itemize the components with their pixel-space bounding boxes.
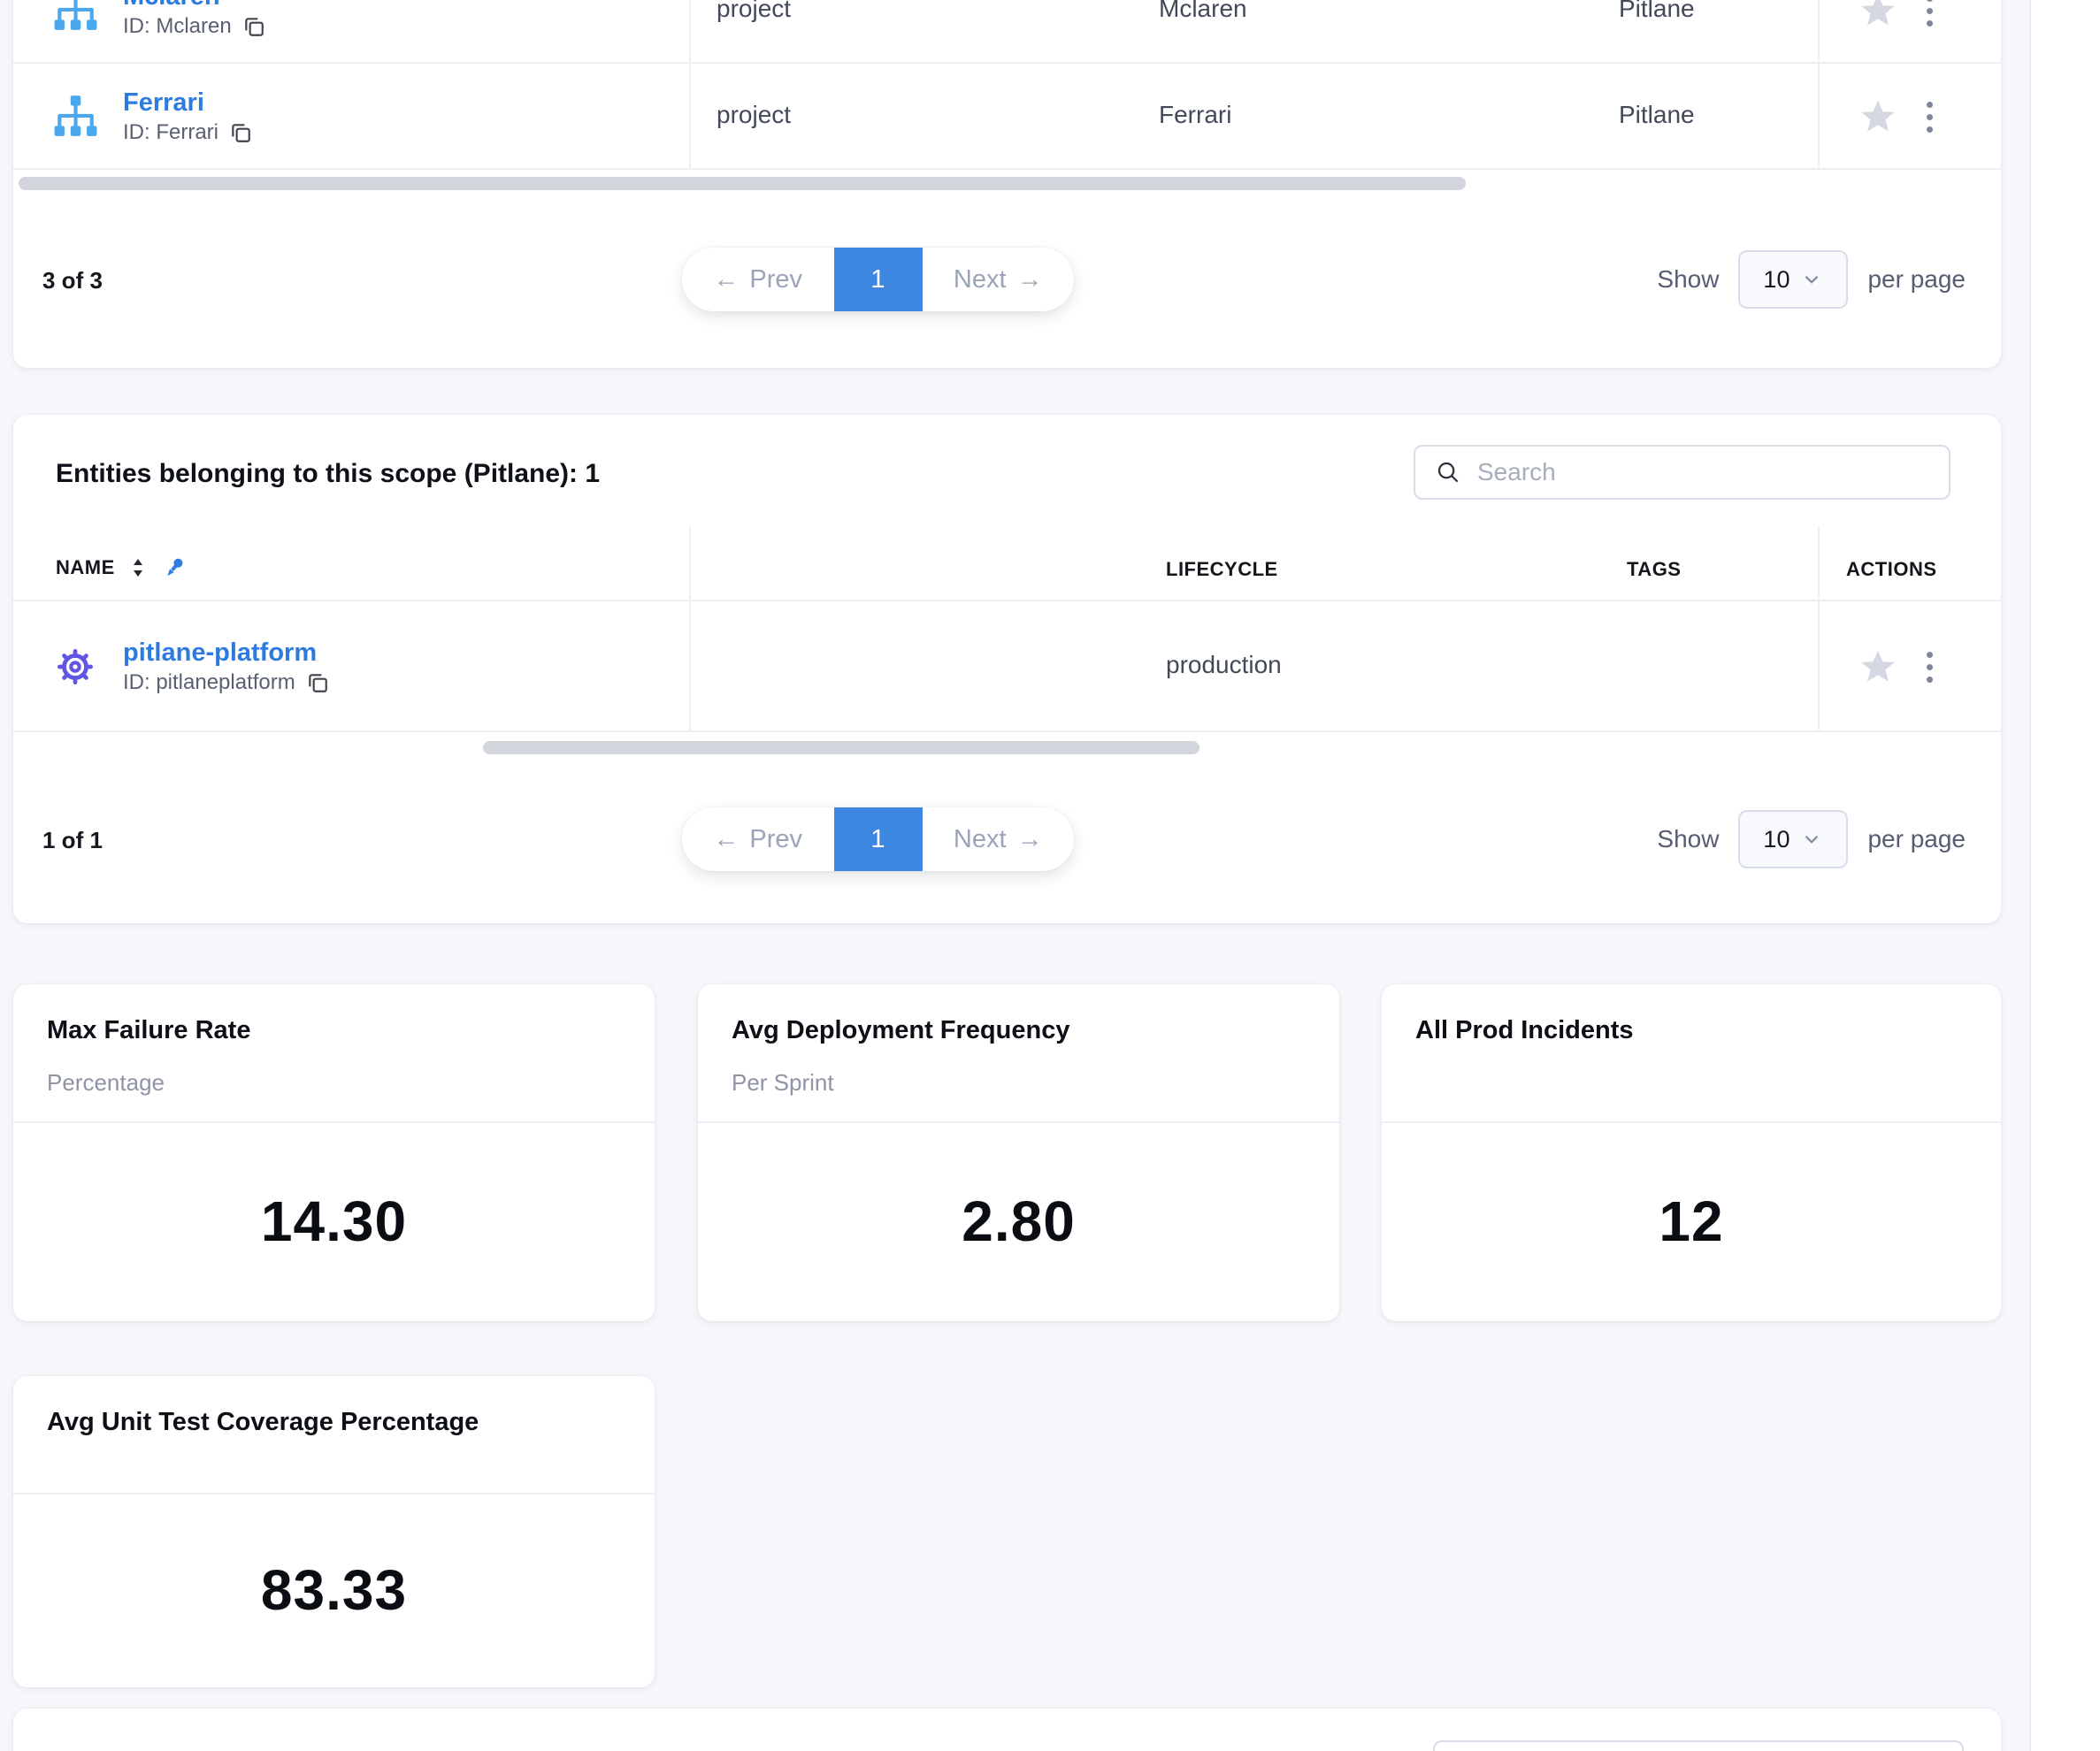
copy-icon[interactable] bbox=[229, 121, 252, 144]
per-page-label: per page bbox=[1867, 265, 1966, 294]
copy-icon[interactable] bbox=[242, 15, 265, 38]
metric-title: Avg Deployment Frequency bbox=[732, 1016, 1069, 1045]
metric-title: Max Failure Rate bbox=[47, 1016, 250, 1045]
search-icon bbox=[1435, 459, 1461, 486]
row-divider bbox=[13, 730, 2001, 732]
metric-value: 12 bbox=[1659, 1189, 1723, 1254]
metric-card-avg-deployment-frequency: Avg Deployment Frequency Per Sprint 2.80 bbox=[698, 984, 1339, 1321]
cell-scope: Pitlane bbox=[1619, 101, 1695, 129]
table-row: Mclaren ID: Mclaren project Mclaren Pitl… bbox=[13, 0, 2001, 64]
column-header-lifecycle: LIFECYCLE bbox=[1166, 558, 1278, 581]
horizontal-scrollbar[interactable] bbox=[483, 741, 1199, 754]
show-label: Show bbox=[1657, 825, 1719, 853]
copy-icon[interactable] bbox=[306, 671, 329, 694]
scopes-table-card: Mclaren ID: Mclaren project Mclaren Pitl… bbox=[13, 0, 2001, 368]
entity-cell: Ferrari ID: Ferrari bbox=[13, 64, 689, 170]
entity-cell: Mclaren ID: Mclaren bbox=[13, 0, 689, 64]
next-section-card bbox=[13, 1709, 2001, 1751]
entity-link[interactable]: Mclaren bbox=[123, 0, 265, 12]
entity-cell: pitlane-platform ID: pitlaneplatform bbox=[13, 601, 689, 732]
cell-scope: Pitlane bbox=[1619, 0, 1695, 23]
arrow-right-icon: → bbox=[1017, 825, 1043, 854]
page: Mclaren ID: Mclaren project Mclaren Pitl… bbox=[0, 0, 2100, 1751]
horizontal-scrollbar[interactable] bbox=[19, 177, 1466, 190]
table-row: Ferrari ID: Ferrari project Ferrari Pitl… bbox=[13, 64, 2001, 170]
row-divider bbox=[13, 168, 2001, 170]
page-size-control: Show 10 per page bbox=[1657, 807, 1966, 871]
metric-value: 2.80 bbox=[962, 1189, 1076, 1254]
table-row: pitlane-platform ID: pitlaneplatform pro… bbox=[13, 601, 2001, 732]
prev-button[interactable]: ←Prev bbox=[682, 248, 834, 311]
cell-kind: project bbox=[717, 0, 791, 23]
row-actions bbox=[1858, 601, 1938, 732]
search-box bbox=[1433, 1740, 1964, 1751]
entity-link[interactable]: pitlane-platform bbox=[123, 637, 329, 669]
star-icon[interactable] bbox=[1858, 96, 1898, 137]
row-actions bbox=[1858, 0, 1938, 64]
metric-subtitle: Percentage bbox=[47, 1069, 165, 1097]
column-header-actions: ACTIONS bbox=[1846, 558, 1937, 581]
sitemap-icon bbox=[52, 0, 98, 34]
metric-title: Avg Unit Test Coverage Percentage bbox=[47, 1408, 479, 1437]
next-button[interactable]: Next→ bbox=[923, 248, 1075, 311]
row-count: 3 of 3 bbox=[42, 267, 103, 294]
row-count: 1 of 1 bbox=[42, 827, 103, 854]
column-header-name[interactable]: NAME bbox=[56, 554, 188, 581]
row-actions bbox=[1858, 64, 1938, 170]
metric-card-max-failure-rate: Max Failure Rate Percentage 14.30 bbox=[13, 984, 655, 1321]
pagination: ←Prev 1 Next→ bbox=[682, 807, 1074, 871]
arrow-left-icon: ← bbox=[713, 825, 739, 854]
arrow-left-icon: ← bbox=[713, 265, 739, 294]
chevron-down-icon bbox=[1800, 268, 1823, 291]
per-page-label: per page bbox=[1867, 825, 1966, 853]
cell-team: Mclaren bbox=[1159, 0, 1247, 23]
cell-team: Ferrari bbox=[1159, 101, 1231, 129]
metric-value: 14.30 bbox=[261, 1189, 407, 1254]
metric-card-avg-unit-test-coverage: Avg Unit Test Coverage Percentage 83.33 bbox=[13, 1376, 655, 1687]
sitemap-icon bbox=[52, 94, 98, 140]
scope-entities-card: Entities belonging to this scope (Pitlan… bbox=[13, 415, 2001, 923]
kebab-menu-icon[interactable] bbox=[1921, 96, 1938, 138]
column-header-tags: TAGS bbox=[1627, 558, 1681, 581]
page-size-select[interactable]: 10 bbox=[1738, 250, 1848, 309]
page-size-select[interactable]: 10 bbox=[1738, 810, 1848, 868]
next-button[interactable]: Next→ bbox=[923, 807, 1075, 871]
kebab-menu-icon[interactable] bbox=[1921, 646, 1938, 688]
right-scroll-gutter[interactable] bbox=[2029, 0, 2100, 1751]
show-label: Show bbox=[1657, 265, 1719, 294]
star-icon[interactable] bbox=[1858, 646, 1898, 687]
entity-link[interactable]: Ferrari bbox=[123, 87, 252, 119]
chevron-down-icon bbox=[1800, 828, 1823, 851]
page-number-button[interactable]: 1 bbox=[834, 807, 923, 871]
arrow-right-icon: → bbox=[1017, 265, 1043, 294]
entity-id: ID: Mclaren bbox=[123, 12, 265, 41]
entity-id: ID: pitlaneplatform bbox=[123, 669, 329, 697]
metric-title: All Prod Incidents bbox=[1415, 1016, 1634, 1045]
page-number-button[interactable]: 1 bbox=[834, 248, 923, 311]
prev-button[interactable]: ←Prev bbox=[682, 807, 834, 871]
metric-card-all-prod-incidents: All Prod Incidents 12 bbox=[1382, 984, 2001, 1321]
sort-icon[interactable] bbox=[129, 557, 147, 578]
pin-icon[interactable] bbox=[161, 554, 188, 581]
page-size-control: Show 10 per page bbox=[1657, 248, 1966, 311]
entity-id: ID: Ferrari bbox=[123, 119, 252, 147]
star-icon[interactable] bbox=[1858, 0, 1898, 31]
search-box bbox=[1414, 445, 1951, 500]
pagination: ←Prev 1 Next→ bbox=[682, 248, 1074, 311]
section-title: Entities belonging to this scope (Pitlan… bbox=[56, 459, 600, 489]
search-input[interactable] bbox=[1475, 457, 1929, 487]
gear-icon bbox=[52, 644, 98, 690]
metric-subtitle: Per Sprint bbox=[732, 1069, 834, 1097]
kebab-menu-icon[interactable] bbox=[1921, 0, 1938, 32]
metric-value: 83.33 bbox=[261, 1557, 407, 1623]
cell-lifecycle: production bbox=[1166, 651, 1282, 679]
cell-kind: project bbox=[717, 101, 791, 129]
